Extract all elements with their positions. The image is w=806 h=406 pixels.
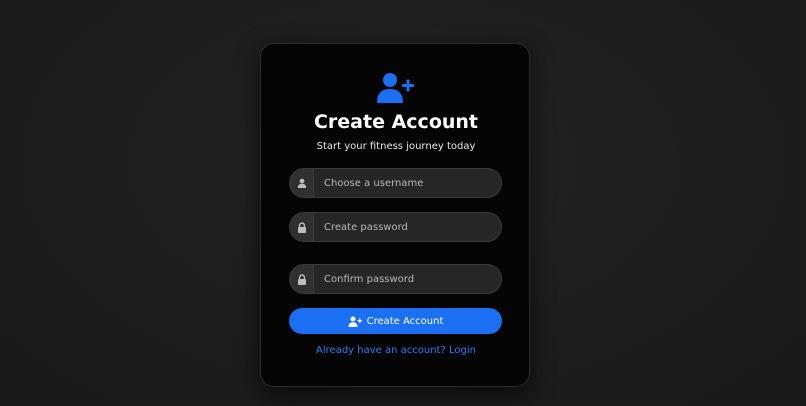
user-plus-icon	[377, 73, 414, 103]
signup-card: Create Account Start your fitness journe…	[260, 43, 530, 387]
confirm-password-input[interactable]	[314, 265, 501, 293]
lock-icon	[290, 213, 314, 241]
user-plus-icon	[348, 316, 362, 327]
username-field[interactable]	[289, 168, 502, 198]
confirm-password-field[interactable]	[289, 264, 502, 294]
password-input[interactable]	[314, 213, 501, 241]
page-title: Create Account	[313, 111, 479, 133]
login-link[interactable]: Already have an account? Login	[261, 345, 531, 356]
create-account-label: Create Account	[366, 315, 444, 327]
lock-icon	[290, 265, 314, 293]
password-field[interactable]	[289, 212, 502, 242]
user-icon	[290, 169, 314, 197]
create-account-button[interactable]: Create Account	[289, 308, 502, 334]
page-subtitle: Start your fitness journey today	[316, 141, 476, 152]
username-input[interactable]	[314, 169, 501, 197]
